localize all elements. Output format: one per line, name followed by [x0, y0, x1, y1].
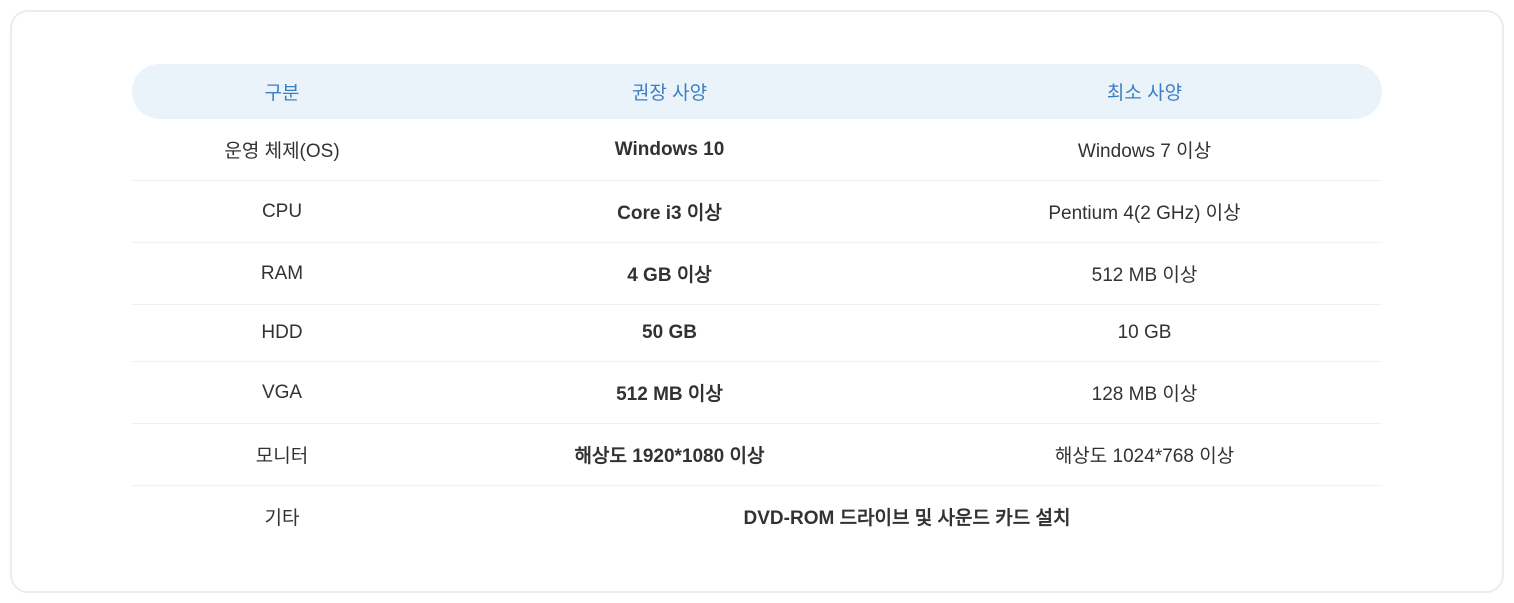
cell-minimum: 512 MB 이상 — [907, 243, 1382, 305]
table-row: 기타 DVD-ROM 드라이브 및 사운드 카드 설치 — [132, 486, 1382, 548]
cell-category: 기타 — [132, 486, 432, 548]
table-row: HDD 50 GB 10 GB — [132, 305, 1382, 362]
cell-recommended: Core i3 이상 — [432, 181, 907, 243]
cell-minimum: 10 GB — [907, 305, 1382, 362]
cell-category: RAM — [132, 243, 432, 305]
header-recommended: 권장 사양 — [432, 64, 907, 119]
table-row: 운영 체제(OS) Windows 10 Windows 7 이상 — [132, 119, 1382, 181]
table-row: 모니터 해상도 1920*1080 이상 해상도 1024*768 이상 — [132, 424, 1382, 486]
cell-category: 모니터 — [132, 424, 432, 486]
spec-table: 구분 권장 사양 최소 사양 운영 체제(OS) Windows 10 Wind… — [132, 64, 1382, 547]
cell-merged: DVD-ROM 드라이브 및 사운드 카드 설치 — [432, 486, 1382, 548]
cell-recommended: 해상도 1920*1080 이상 — [432, 424, 907, 486]
cell-recommended: 4 GB 이상 — [432, 243, 907, 305]
table-header-row: 구분 권장 사양 최소 사양 — [132, 64, 1382, 119]
cell-recommended: 512 MB 이상 — [432, 362, 907, 424]
table-row: RAM 4 GB 이상 512 MB 이상 — [132, 243, 1382, 305]
table-row: CPU Core i3 이상 Pentium 4(2 GHz) 이상 — [132, 181, 1382, 243]
cell-category: VGA — [132, 362, 432, 424]
cell-minimum: 128 MB 이상 — [907, 362, 1382, 424]
cell-recommended: 50 GB — [432, 305, 907, 362]
cell-minimum: 해상도 1024*768 이상 — [907, 424, 1382, 486]
spec-card: 구분 권장 사양 최소 사양 운영 체제(OS) Windows 10 Wind… — [10, 10, 1504, 593]
header-minimum: 최소 사양 — [907, 64, 1382, 119]
cell-recommended: Windows 10 — [432, 119, 907, 181]
header-category: 구분 — [132, 64, 432, 119]
cell-minimum: Pentium 4(2 GHz) 이상 — [907, 181, 1382, 243]
cell-category: CPU — [132, 181, 432, 243]
cell-minimum: Windows 7 이상 — [907, 119, 1382, 181]
cell-category: 운영 체제(OS) — [132, 119, 432, 181]
cell-category: HDD — [132, 305, 432, 362]
table-row: VGA 512 MB 이상 128 MB 이상 — [132, 362, 1382, 424]
